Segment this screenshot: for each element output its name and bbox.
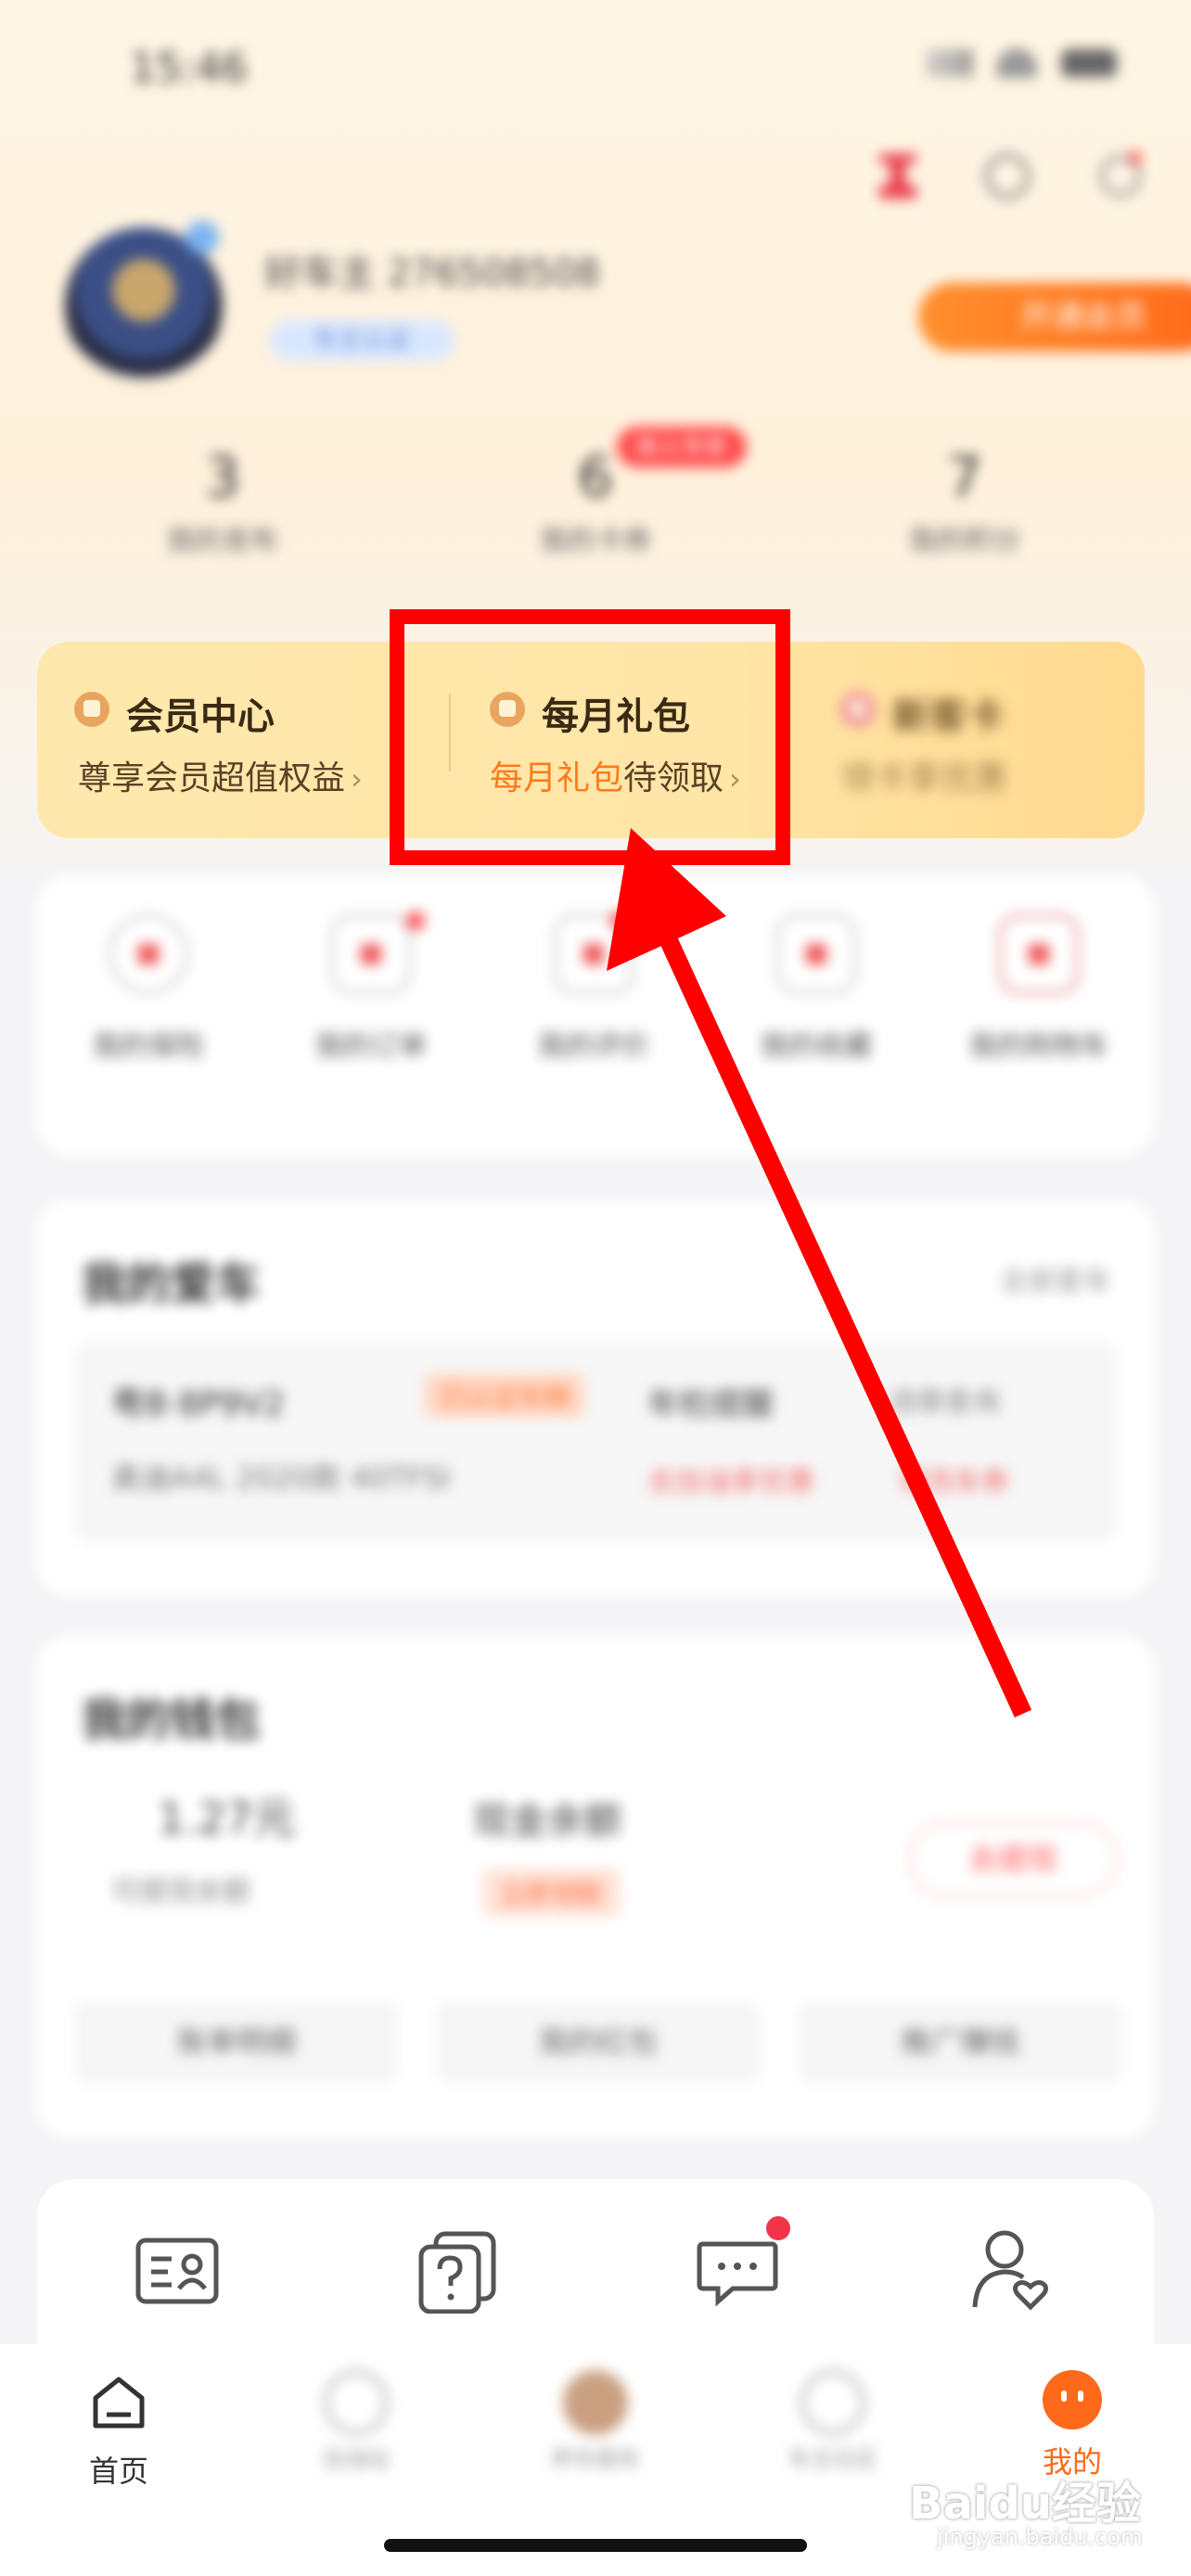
annotation-arrow xyxy=(607,828,1032,1718)
watermark-logo: Baidu经验 xyxy=(909,2478,1141,2530)
watermark-url: jingyan.baidu.com xyxy=(937,2524,1143,2550)
